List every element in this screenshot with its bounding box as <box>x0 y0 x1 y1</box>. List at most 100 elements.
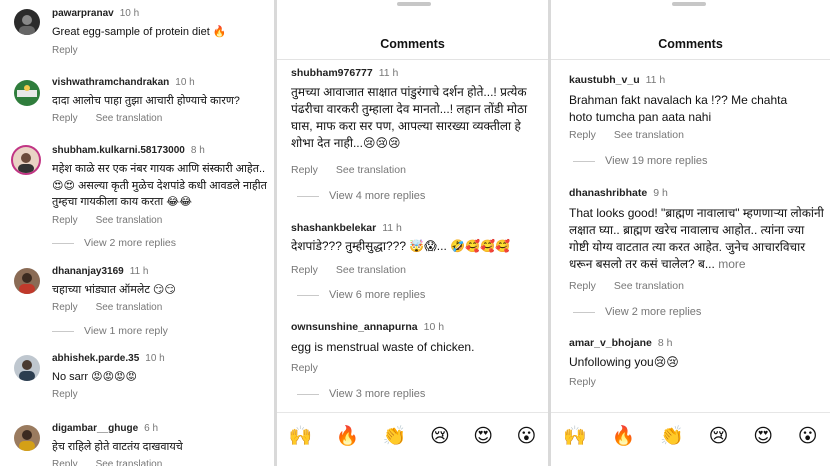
comment-meta: ownsunshine_annapurna 10 h <box>291 321 444 333</box>
username[interactable]: shubham.kulkarni.58173000 <box>52 145 185 156</box>
username[interactable]: shashankbelekar <box>291 222 376 234</box>
see-translation-button[interactable]: See translation <box>96 459 163 466</box>
see-translation-button[interactable]: See translation <box>96 215 163 226</box>
view-more-replies[interactable]: View 6 more replies <box>297 289 425 301</box>
clap-emoji-button[interactable]: 👏 <box>660 424 684 447</box>
see-translation-button[interactable]: See translation <box>336 264 406 276</box>
reply-button[interactable]: Reply <box>569 129 596 141</box>
timestamp: 11 h <box>645 74 666 86</box>
reply-button[interactable]: Reply <box>52 113 78 124</box>
see-translation-button[interactable]: See translation <box>336 164 406 176</box>
timestamp: 10 h <box>145 353 165 364</box>
avatar[interactable] <box>14 9 40 35</box>
comment-text: Unfollowing you😢😢 <box>569 355 679 369</box>
username[interactable]: digambar__ghuge <box>52 423 138 434</box>
crying-emoji-button[interactable]: 😢 <box>430 425 450 447</box>
avatar[interactable] <box>14 425 40 451</box>
timestamp: 8 h <box>657 337 673 349</box>
comment-actions: Reply See translation <box>52 302 162 313</box>
timestamp: 10 h <box>423 321 445 333</box>
username[interactable]: amar_v_bhojane <box>569 337 652 349</box>
comment-text: Brahman fakt navalach ka !?? Me chahta h… <box>569 93 788 124</box>
timestamp: 6 h <box>144 423 159 434</box>
reply-button[interactable]: Reply <box>291 264 318 276</box>
view-more-replies[interactable]: View 4 more replies <box>297 190 425 202</box>
surprised-emoji-button[interactable]: 😮 <box>798 425 818 447</box>
timestamp: 10 h <box>175 77 195 88</box>
reply-button[interactable]: Reply <box>52 459 78 466</box>
username[interactable]: shubham976777 <box>291 67 373 79</box>
fire-emoji-button[interactable]: 🔥 <box>612 424 636 447</box>
comments-panel-left: pawarpranav 10 h Great egg-sample of prot… <box>0 0 274 466</box>
see-translation-button[interactable]: See translation <box>614 129 684 141</box>
surprised-emoji-button[interactable]: 😮 <box>516 425 536 447</box>
comment-text: हेच राहिले होते वाटतंय दाखवायचे <box>52 441 183 453</box>
comment-text: That looks good! "ब्राह्मण नावालाच" म्हण… <box>569 206 824 271</box>
heart-eyes-emoji-button[interactable]: 😍 <box>473 425 493 447</box>
emoji-quick-reactions: 🙌 🔥 👏 😢 😍 😮 <box>277 412 548 458</box>
raised-hands-emoji-button[interactable]: 🙌 <box>563 424 587 447</box>
comment-actions: Reply See translation <box>569 129 684 141</box>
comment-text: महेश काळे सर एक नंबर गायक आणि संस्कारी आ… <box>52 163 267 208</box>
comment-text: चहाच्या भांड्यात ऑमलेट 😏😏 <box>52 284 176 296</box>
comments-panel-middle: Comments shubham976777 11 h तुमच्या आवाजा… <box>277 0 548 466</box>
header-divider <box>551 59 830 60</box>
view-more-replies[interactable]: View 1 more reply <box>52 325 168 337</box>
comments-panel-right: Comments kaustubh_v_u 11 h Brahman fakt n… <box>551 0 830 466</box>
comment-text: No sarr 😡😡😡😡 <box>52 371 137 383</box>
comment-actions: Reply <box>52 45 78 56</box>
username[interactable]: ownsunshine_annapurna <box>291 321 418 333</box>
see-translation-button[interactable]: See translation <box>96 113 163 124</box>
comment-text: देशपांडे??? तुम्हीसुद्धा??? 🤯😱... 🤣🥰🥰🥰 <box>291 239 510 253</box>
comment-meta: shashankbelekar 11 h <box>291 222 402 234</box>
username[interactable]: dhananjay3169 <box>52 266 124 277</box>
reply-button[interactable]: Reply <box>52 302 78 313</box>
reply-button[interactable]: Reply <box>291 362 318 374</box>
username[interactable]: kaustubh_v_u <box>569 74 640 86</box>
comment-actions: Reply See translation <box>52 459 162 466</box>
comment-meta: shubham.kulkarni.58173000 8 h <box>52 145 205 156</box>
comment-meta: abhishek.parde.35 10 h <box>52 353 165 364</box>
comment-meta: dhanashribhate 9 h <box>569 187 668 199</box>
reply-button[interactable]: Reply <box>52 45 78 56</box>
reply-button[interactable]: Reply <box>52 389 78 400</box>
reply-button[interactable]: Reply <box>291 164 318 176</box>
avatar[interactable] <box>14 80 40 106</box>
avatar[interactable] <box>11 145 41 175</box>
comment-actions: Reply See translation <box>569 280 684 292</box>
comment-actions: Reply <box>291 362 318 374</box>
view-more-replies[interactable]: View 3 more replies <box>297 388 425 400</box>
crying-emoji-button[interactable]: 😢 <box>709 425 729 447</box>
username[interactable]: pawarpranav <box>52 8 114 19</box>
view-more-replies[interactable]: View 2 more replies <box>573 306 701 318</box>
view-more-replies[interactable]: View 19 more replies <box>573 155 708 167</box>
comment-actions: Reply <box>52 389 78 400</box>
see-translation-button[interactable]: See translation <box>614 280 684 292</box>
drag-handle[interactable] <box>397 2 431 6</box>
timestamp: 11 h <box>378 67 399 79</box>
see-translation-button[interactable]: See translation <box>96 302 163 313</box>
reply-button[interactable]: Reply <box>569 376 596 388</box>
comment-actions: Reply See translation <box>291 264 406 276</box>
more-link[interactable]: more <box>718 257 745 271</box>
comment-actions: Reply See translation <box>52 113 162 124</box>
fire-emoji-button[interactable]: 🔥 <box>336 424 360 447</box>
emoji-quick-reactions: 🙌 🔥 👏 😢 😍 😮 <box>551 412 830 458</box>
reply-button[interactable]: Reply <box>569 280 596 292</box>
drag-handle[interactable] <box>672 2 706 6</box>
reply-button[interactable]: Reply <box>52 215 78 226</box>
comment-meta: dhananjay3169 11 h <box>52 266 148 277</box>
view-more-replies[interactable]: View 2 more replies <box>52 237 176 249</box>
raised-hands-emoji-button[interactable]: 🙌 <box>289 424 313 447</box>
avatar[interactable] <box>14 268 40 294</box>
comment-meta: shubham976777 11 h <box>291 67 398 79</box>
avatar[interactable] <box>14 355 40 381</box>
timestamp: 11 h <box>382 222 402 234</box>
comment-text: egg is menstrual waste of chicken. <box>291 340 475 354</box>
username[interactable]: vishwathramchandrakan <box>52 77 169 88</box>
heart-eyes-emoji-button[interactable]: 😍 <box>753 425 773 447</box>
username[interactable]: dhanashribhate <box>569 187 647 199</box>
username[interactable]: abhishek.parde.35 <box>52 353 139 364</box>
clap-emoji-button[interactable]: 👏 <box>383 424 407 447</box>
timestamp: 9 h <box>653 187 668 199</box>
